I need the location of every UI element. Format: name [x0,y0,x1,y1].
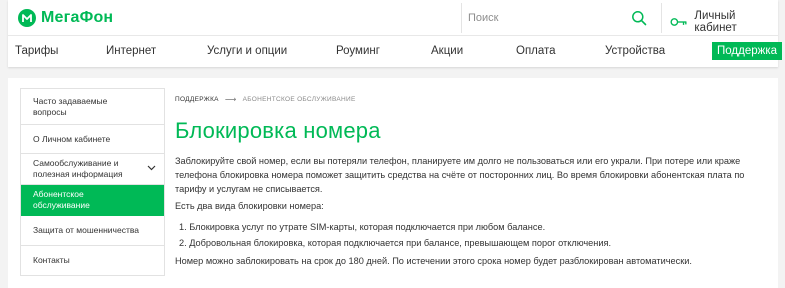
divider [661,3,662,33]
nav-item-support[interactable]: Поддержка [712,42,782,60]
nav-item-services[interactable]: Услуги и опции [207,43,287,59]
page-title: Блокировка номера [175,118,381,143]
key-icon [670,18,687,26]
megafon-logo-icon [18,9,36,27]
intro-paragraph: Заблокируйте свой номер, если вы потерял… [175,156,745,194]
personal-account-label: Личный кабинет [694,10,737,34]
sidebar-item-contacts[interactable]: Контакты [21,246,164,276]
divider [8,35,778,36]
main-content-card: Часто задаваемые вопросы О Личном кабине… [8,78,778,288]
sidebar-item-label: О Личном кабинете [33,133,111,144]
nav-item-internet[interactable]: Интернет [106,43,156,59]
breadcrumb: ПОДДЕРЖКА ⟶ АБОНЕНТСКОЕ ОБСЛУЖИВАНИЕ [175,95,356,104]
personal-account-link[interactable]: Личный кабинет [670,10,778,34]
term-note: Номер можно заблокировать на срок до 180… [175,256,692,266]
breadcrumb-link-support[interactable]: ПОДДЕРЖКА [175,96,219,103]
breadcrumb-current: АБОНЕНТСКОЕ ОБСЛУЖИВАНИЕ [242,96,356,103]
arrow-right-icon: ⟶ [224,95,237,104]
sidebar-item-fraud-protection[interactable]: Защита от мошенничества [21,216,164,246]
sidebar-item-label: Контакты [33,255,70,265]
sidebar-item-label: Часто задаваемые вопросы [33,95,108,117]
divider [461,3,462,33]
nav-item-tariffs[interactable]: Тарифы [15,43,58,59]
nav-item-roaming[interactable]: Роуминг [336,43,380,59]
search-input[interactable] [468,9,618,27]
sidebar-item-faq[interactable]: Часто задаваемые вопросы [21,89,164,125]
list-item: 1. Блокировка услуг по утрате SIM-карты,… [179,222,546,232]
sidebar-item-label: Самообслуживание и полезная информация [33,158,123,179]
nav-item-payment[interactable]: Оплата [516,43,556,59]
megafon-logo[interactable]: МегаФон [18,9,113,27]
nav-item-promotions[interactable]: Акции [431,43,463,59]
site-header: МегаФон Личный кабинет Тарифы Интернет У… [8,0,782,67]
chevron-down-icon[interactable] [147,165,156,171]
logo-text: МегаФон [41,9,114,26]
support-sidebar: Часто задаваемые вопросы О Личном кабине… [20,88,165,276]
nav-item-devices[interactable]: Устройства [605,43,665,59]
types-heading: Есть два вида блокировки номера: [175,201,324,211]
sidebar-item-subscriber-service[interactable]: Абонентское обслуживание [21,185,164,216]
sidebar-item-account[interactable]: О Личном кабинете [21,125,164,154]
list-item: 2. Добровольная блокировка, которая подк… [179,238,612,248]
sidebar-item-label: Абонентское обслуживание [33,189,90,210]
sidebar-item-self-service[interactable]: Самообслуживание и полезная информация [21,154,164,185]
sidebar-item-label: Защита от мошенничества [33,225,139,235]
search-icon[interactable] [631,10,647,26]
